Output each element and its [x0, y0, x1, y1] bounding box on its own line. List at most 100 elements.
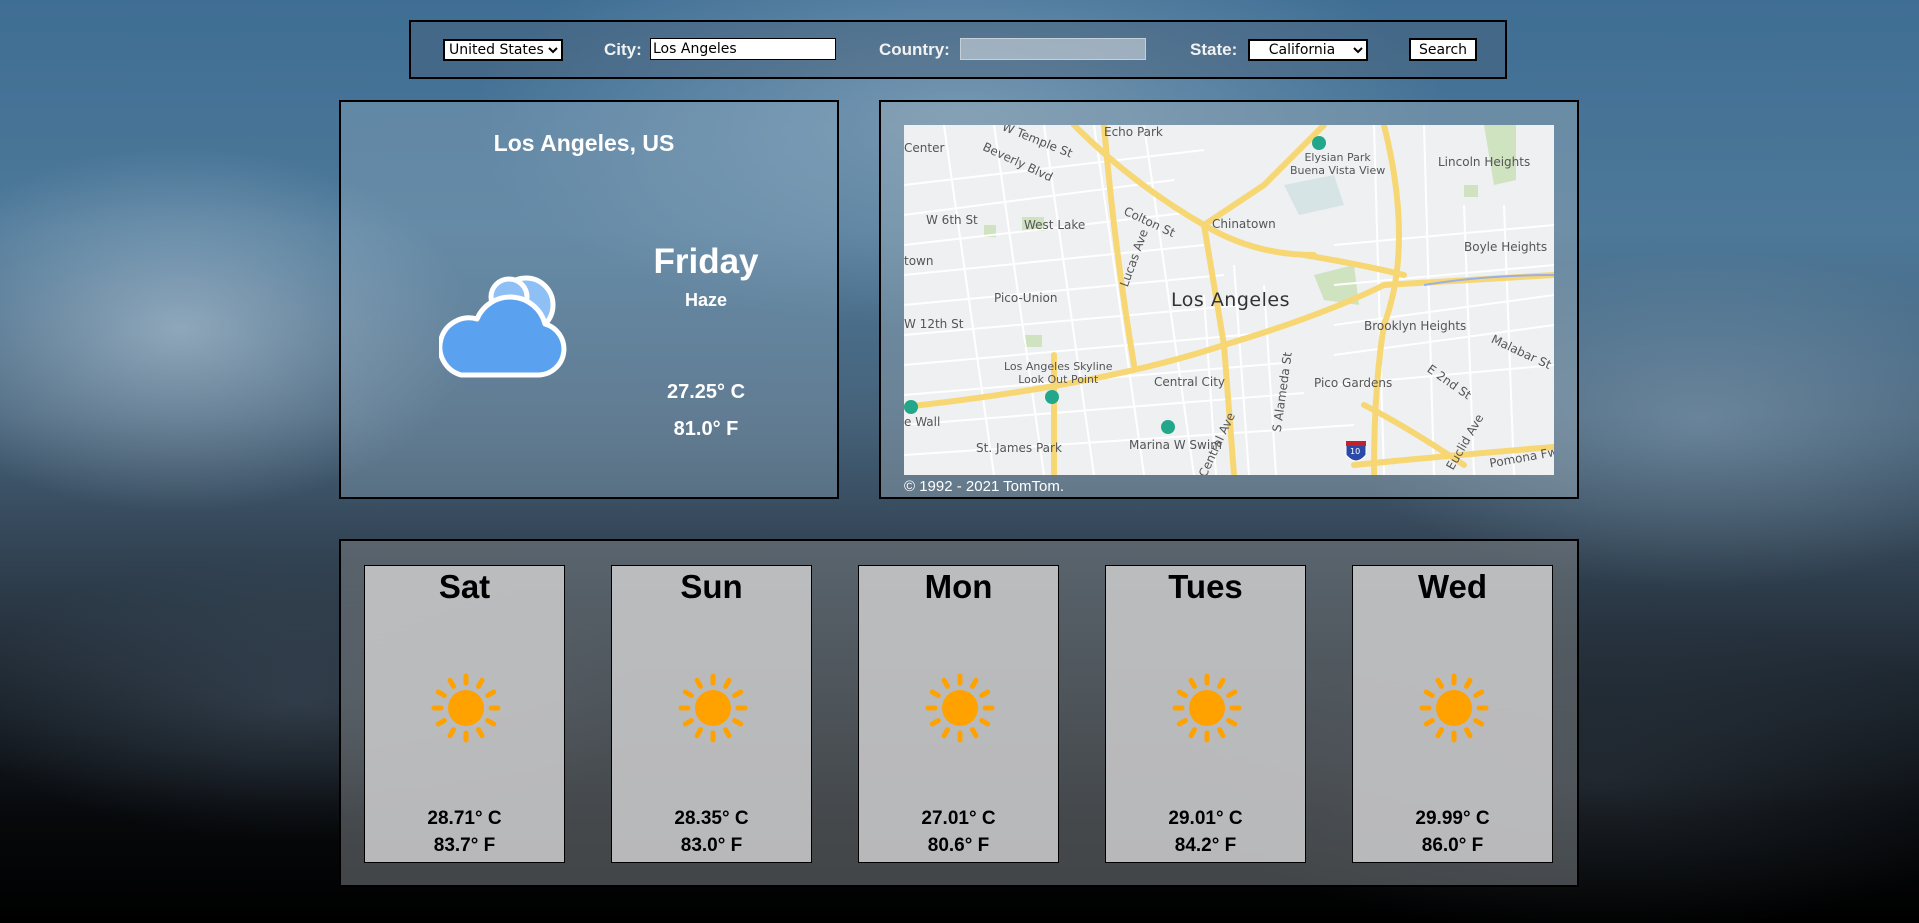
forecast-temp-fahrenheit: 80.6° F	[927, 835, 990, 856]
park-marker-icon	[1312, 136, 1326, 150]
sun-ray	[723, 727, 732, 739]
forecast-temp-fahrenheit: 83.0° F	[680, 835, 743, 856]
map-label: Elysian Park Buena Vista View	[1290, 151, 1386, 177]
current-temp-celsius: 27.25° C	[666, 381, 746, 403]
sun-ray	[1464, 677, 1473, 689]
sun-ray	[929, 689, 941, 698]
map[interactable]: Echo Park Center W Temple St Beverly Blv…	[904, 125, 1554, 475]
map-label: W 6th St	[926, 213, 978, 227]
forecast-panel: Sat 28.71° C 83.7° F Sun 28.35° C 83.0° …	[339, 539, 1579, 887]
sun-ray	[1217, 727, 1226, 739]
sun-ray	[682, 689, 694, 698]
current-condition: Haze	[684, 290, 728, 310]
country-select[interactable]: United States	[443, 39, 563, 61]
sun-ray	[694, 727, 703, 739]
map-label: town	[904, 254, 934, 268]
map-label: e Wall	[904, 415, 941, 429]
forecast-day: Tues	[1168, 568, 1243, 605]
sun-ray	[476, 677, 485, 689]
state-select[interactable]: California	[1248, 39, 1368, 61]
forecast-card: Wed 29.99° C 86.0° F	[1352, 565, 1553, 863]
sun-icon	[431, 673, 501, 743]
map-label: W 12th St	[904, 317, 964, 331]
sun-ray	[979, 718, 991, 727]
country-label: Country:	[879, 40, 950, 59]
forecast-temp-celsius: 28.71° C	[427, 808, 502, 829]
sun-ray	[1188, 727, 1197, 739]
sun-core	[1436, 690, 1472, 726]
current-day: Friday	[653, 242, 759, 281]
sun-icon	[925, 673, 995, 743]
sun-ray	[476, 727, 485, 739]
map-label: Boyle Heights	[1464, 240, 1548, 254]
sun-ray	[1423, 689, 1435, 698]
sun-ray	[485, 689, 497, 698]
forecast-temp-fahrenheit: 84.2° F	[1174, 835, 1237, 856]
map-label: St. James Park	[976, 441, 1062, 455]
sun-core	[942, 690, 978, 726]
city-label: City:	[604, 40, 642, 59]
sun-core	[1189, 690, 1225, 726]
sun-ray	[1423, 718, 1435, 727]
sun-ray	[732, 689, 744, 698]
sun-ray	[1435, 677, 1444, 689]
map-label: Center	[904, 141, 945, 155]
map-label: Brooklyn Heights	[1364, 319, 1467, 333]
sun-ray	[723, 677, 732, 689]
sun-ray	[485, 718, 497, 727]
sun-icon	[678, 673, 748, 743]
forecast-card: Tues 29.01° C 84.2° F	[1105, 565, 1306, 863]
forecast-card: Sat 28.71° C 83.7° F	[364, 565, 565, 863]
sun-ray	[435, 689, 447, 698]
sun-ray	[435, 718, 447, 727]
sun-icon	[1419, 673, 1489, 743]
map-label: Pico Gardens	[1314, 376, 1393, 390]
sun-ray	[1473, 689, 1485, 698]
current-weather-panel: Los Angeles, US Friday Haze 27.25° C 81.…	[339, 100, 839, 499]
sun-core	[695, 690, 731, 726]
city-input[interactable]	[650, 38, 836, 60]
map-label: Pico-Union	[994, 291, 1058, 305]
sun-ray	[979, 689, 991, 698]
sun-ray	[1226, 689, 1238, 698]
sun-ray	[1188, 677, 1197, 689]
state-label: State:	[1190, 40, 1238, 59]
forecast-temp-celsius: 27.01° C	[921, 808, 996, 829]
sun-ray	[1464, 727, 1473, 739]
location-title: Los Angeles, US	[493, 130, 675, 156]
forecast-day: Wed	[1417, 568, 1488, 605]
map-attribution: © 1992 - 2021 TomTom.	[904, 478, 1065, 495]
sun-ray	[694, 677, 703, 689]
search-button[interactable]: Search	[1409, 38, 1477, 61]
sun-ray	[732, 718, 744, 727]
forecast-card: Sun 28.35° C 83.0° F	[611, 565, 812, 863]
sun-icon	[1172, 673, 1242, 743]
cloud-icon	[439, 275, 567, 378]
sun-ray	[970, 727, 979, 739]
forecast-temp-celsius: 28.35° C	[674, 808, 749, 829]
sun-ray	[1226, 718, 1238, 727]
lookout-marker-icon	[1045, 390, 1059, 404]
map-label-city: Los Angeles	[1171, 289, 1290, 311]
sun-ray	[682, 718, 694, 727]
map-label: West Lake	[1024, 218, 1086, 232]
sun-ray	[929, 718, 941, 727]
sun-ray	[1176, 718, 1188, 727]
sun-ray	[941, 727, 950, 739]
sun-ray	[447, 677, 456, 689]
forecast-day: Sun	[680, 568, 743, 605]
map-label-interstate: 10	[1350, 447, 1361, 456]
country-input[interactable]	[960, 38, 1146, 60]
forecast-temp-fahrenheit: 83.7° F	[433, 835, 496, 856]
map-label: Echo Park	[1104, 125, 1163, 139]
sun-ray	[1435, 727, 1444, 739]
map-label: Central City	[1154, 375, 1226, 389]
sun-ray	[1217, 677, 1226, 689]
sun-ray	[1473, 718, 1485, 727]
forecast-day: Mon	[924, 568, 993, 605]
forecast-temp-fahrenheit: 86.0° F	[1421, 835, 1484, 856]
forecast-temp-celsius: 29.01° C	[1168, 808, 1243, 829]
forecast-temp-celsius: 29.99° C	[1415, 808, 1490, 829]
sun-ray	[970, 677, 979, 689]
map-label: Chinatown	[1212, 217, 1276, 231]
